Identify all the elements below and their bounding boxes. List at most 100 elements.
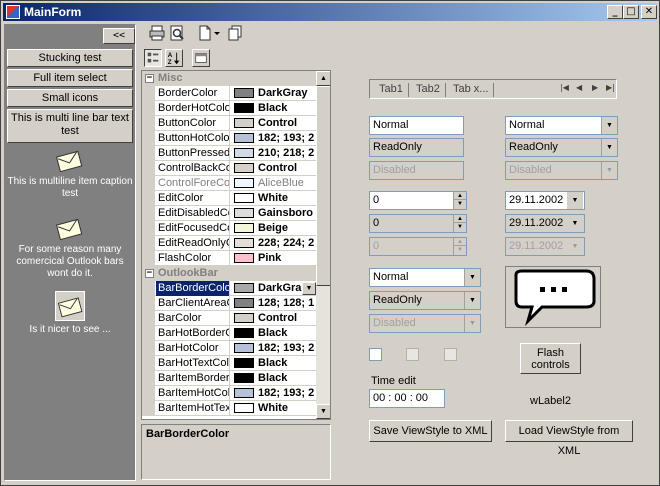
property-dropdown-button[interactable]: ▼ [302,282,316,295]
property-row[interactable]: EditReadOnlyC 228; 224; 2 [142,236,316,251]
spin-down-icon[interactable]: ▼ [454,200,466,208]
close-button[interactable]: ✕ [641,5,657,19]
checkbox-normal[interactable] [369,348,382,361]
print-icon[interactable] [148,24,166,42]
property-row[interactable]: BarHotBorderC Black [142,326,316,341]
property-value[interactable]: Gainsboro [258,206,316,220]
property-value[interactable]: 182; 193; 2 [258,341,316,355]
property-value[interactable]: White [258,191,316,205]
prev-tab-icon[interactable]: ◀ [576,83,582,92]
property-value[interactable]: Control [258,161,316,175]
property-value[interactable]: 228; 224; 2 [258,236,316,250]
chevron-down-icon[interactable]: ▼ [601,139,617,156]
combo-normal[interactable]: Normal ▼ [505,116,618,135]
property-row[interactable]: BorderColor DarkGray [142,86,316,101]
print-preview-icon[interactable] [168,24,186,42]
minimize-button[interactable]: _ [607,5,623,19]
outlook-item-nicer[interactable]: Is it nicer to see ... [5,291,135,336]
combo-readonly[interactable]: ReadOnly ▼ [505,138,618,157]
scrollbar-thumb[interactable] [316,86,330,286]
chevron-down-icon[interactable]: ▼ [601,117,617,134]
tab-2[interactable]: Tab2 [411,83,446,97]
property-value[interactable]: DarkGray [258,86,316,100]
outlook-item-comercical[interactable]: For some reason many comercical Outlook … [5,215,135,280]
collapse-icon[interactable]: − [145,74,154,83]
property-value[interactable]: Beige [258,221,316,235]
time-edit-input[interactable]: 00 : 00 : 00 [369,389,445,408]
property-row[interactable]: BarBorderColor DarkGra [142,281,316,296]
spin-down-icon[interactable]: ▼ [454,223,466,231]
spinner[interactable]: ▲ ▼ [453,192,466,209]
combo2-readonly[interactable]: ReadOnly ▼ [369,291,481,310]
bar-item-stucking-test[interactable]: Stucking test [7,49,133,67]
property-row[interactable]: BarItemHotColo 182; 193; 2 [142,386,316,401]
tab-x[interactable]: Tab x... [448,83,495,97]
property-row[interactable]: ButtonPressedC 210; 218; 2 [142,146,316,161]
property-value[interactable]: White [258,401,316,415]
load-viewstyle-button[interactable]: Load ViewStyle from XML [505,420,633,457]
copy-icon[interactable] [226,24,244,42]
tab-1[interactable]: Tab1 [374,83,409,97]
text-readonly-input[interactable]: ReadOnly [369,138,464,157]
next-tab-icon[interactable]: ▶ [592,83,598,92]
numeric-normal[interactable]: 0 ▲ ▼ [369,191,467,210]
property-value[interactable]: Black [258,101,316,115]
spin-up-icon[interactable]: ▲ [454,215,466,223]
property-value[interactable]: AliceBlue [258,176,316,190]
property-value[interactable]: Black [258,356,316,370]
property-row[interactable]: FlashColor Pink [142,251,316,266]
property-row[interactable]: EditDisabledCo Gainsboro [142,206,316,221]
category-outlookbar[interactable]: − OutlookBar [142,266,316,281]
property-pages-icon[interactable] [192,49,210,67]
property-row[interactable]: ButtonColor Control [142,116,316,131]
property-row[interactable]: EditFocusedCo Beige [142,221,316,236]
property-value[interactable]: Control [258,116,316,130]
last-tab-icon[interactable]: ▶| [606,83,615,92]
chevron-down-icon[interactable]: ▼ [464,269,480,286]
spinner[interactable]: ▲ ▼ [453,215,466,232]
outlook-item-multiline-caption[interactable]: This is multiline item caption test [5,147,135,200]
first-tab-icon[interactable]: |◀ [560,83,569,92]
maximize-button[interactable]: □ [623,5,639,19]
bar-item-full-item-select[interactable]: Full item select [7,69,133,87]
collapse-icon[interactable]: − [145,269,154,278]
chevron-down-icon[interactable] [212,24,222,42]
category-misc[interactable]: − Misc [142,71,316,86]
categorized-icon[interactable] [144,49,162,67]
save-viewstyle-button[interactable]: Save ViewStyle to XML [369,420,492,442]
flash-controls-button[interactable]: Flash controls [520,343,581,374]
scroll-up-icon[interactable]: ▲ [316,71,330,86]
property-row[interactable]: ControlForeColo AliceBlue [142,176,316,191]
date-readonly[interactable]: 29.11.2002 ▼ [505,214,585,233]
property-row[interactable]: ControlBackCol Control [142,161,316,176]
property-value[interactable]: 182; 193; 2 [258,386,316,400]
chevron-down-icon[interactable]: ▼ [464,292,480,309]
property-row[interactable]: EditColor White [142,191,316,206]
property-row[interactable]: ButtonHotColor 182; 193; 2 [142,131,316,146]
property-value[interactable]: 128; 128; 1 [258,296,316,310]
property-row[interactable]: BorderHotColor Black [142,101,316,116]
property-row[interactable]: BarHotColor 182; 193; 2 [142,341,316,356]
property-list[interactable]: − Misc − OutlookBar BorderColor DarkGray B… [141,70,331,420]
text-normal-input[interactable]: Normal [369,116,464,135]
property-value[interactable]: Control [258,311,316,325]
property-row[interactable]: BarColor Control [142,311,316,326]
scroll-down-icon[interactable]: ▼ [316,404,330,419]
numeric-readonly[interactable]: 0 ▲ ▼ [369,214,467,233]
property-scrollbar[interactable]: ▲ ▼ [316,71,330,419]
property-value[interactable]: Black [258,326,316,340]
property-value[interactable]: 210; 218; 2 [258,146,316,160]
collapse-button[interactable]: << [103,28,135,44]
property-value[interactable]: Pink [258,251,316,265]
property-row[interactable]: BarClientAreaC 128; 128; 1 [142,296,316,311]
date-normal[interactable]: 29.11.2002 ▼ [505,191,585,210]
bar-item-multiline-test[interactable]: This is multi line bar text test [7,109,133,143]
bar-item-small-icons[interactable]: Small icons [7,89,133,107]
spin-up-icon[interactable]: ▲ [454,192,466,200]
combo2-normal[interactable]: Normal ▼ [369,268,481,287]
sort-alphabetical-icon[interactable]: A Z [165,49,183,67]
property-row[interactable]: BarItemBorderH Black [142,371,316,386]
title-bar[interactable]: MainForm _ □ ✕ [3,3,657,21]
calendar-dropdown-icon[interactable]: ▼ [567,192,583,209]
property-value[interactable]: Black [258,371,316,385]
